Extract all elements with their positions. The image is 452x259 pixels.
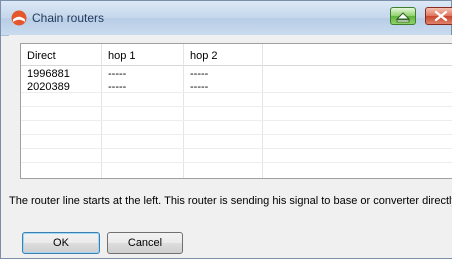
column-divider (262, 44, 263, 178)
row-divider (21, 134, 452, 135)
row-divider (21, 106, 452, 107)
close-button[interactable] (425, 7, 452, 25)
chain-routers-dialog: Chain routers Direct hop 1 hop 2 1996881… (0, 0, 452, 259)
dialog-body: Direct hop 1 hop 2 1996881 ----- ----- 2… (9, 35, 452, 258)
title-bar: Chain routers (1, 1, 452, 36)
ok-button[interactable]: OK (22, 232, 100, 254)
column-divider (101, 44, 102, 178)
minimize-button[interactable] (390, 7, 416, 25)
table-header: Direct hop 1 hop 2 (21, 44, 452, 66)
window-title: Chain routers (32, 11, 105, 25)
row-divider (21, 148, 452, 149)
column-header-direct: Direct (27, 50, 56, 62)
row-divider (21, 92, 452, 93)
close-icon (434, 10, 448, 22)
row-divider (21, 120, 452, 121)
row-divider (21, 162, 452, 163)
column-divider (183, 44, 184, 178)
cell-direct: 2020389 (27, 81, 70, 93)
cell-direct: 1996881 (27, 68, 70, 80)
cell-hop1: ----- (108, 68, 127, 80)
routers-table[interactable]: Direct hop 1 hop 2 1996881 ----- ----- 2… (20, 43, 452, 179)
cell-hop2: ----- (190, 81, 209, 93)
cancel-button[interactable]: Cancel (107, 232, 183, 254)
cell-hop2: ----- (190, 68, 209, 80)
column-header-hop1: hop 1 (108, 50, 136, 62)
cell-hop1: ----- (108, 81, 127, 93)
column-header-hop2: hop 2 (190, 50, 218, 62)
testo-app-icon (11, 10, 27, 26)
router-line-hint: The router line starts at the left. This… (9, 195, 452, 207)
minimize-icon (395, 12, 411, 23)
